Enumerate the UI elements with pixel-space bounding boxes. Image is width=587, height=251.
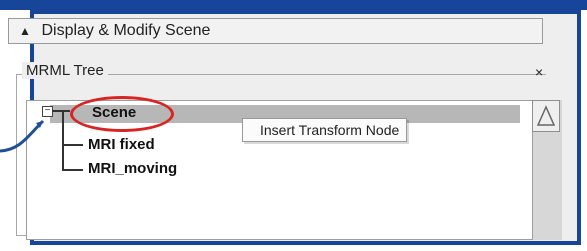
scroll-up-icon [536,105,556,126]
tree-connector-fixed [62,144,83,146]
tree-connector-horizontal-scene [52,110,70,112]
top-frame-band [0,0,587,10]
panel-title: Display & Modify Scene [41,22,211,39]
scene-highlight-ellipse [70,96,174,132]
display-modify-header[interactable]: ▲ Display & Modify Scene [8,18,543,44]
context-menu-item-insert-transform-node[interactable]: Insert Transform Node [260,122,399,138]
tree-connector-moving [62,169,83,171]
tree-connector-vertical [62,112,64,170]
scroll-up-button[interactable] [532,100,560,132]
tree-node-mri-moving[interactable]: MRI_moving [88,160,177,177]
context-menu[interactable]: Insert Transform Node [242,118,407,142]
screenshot-frame: ▲ Display & Modify Scene MRML Tree × − S… [0,0,587,251]
close-icon[interactable]: × [535,64,543,80]
caret-up-icon[interactable]: ▲ [19,19,33,43]
tree-node-mri-fixed[interactable]: MRI fixed [88,136,155,153]
callout-pointer-line [0,116,62,186]
mrml-tree-label: MRML Tree [22,62,108,79]
